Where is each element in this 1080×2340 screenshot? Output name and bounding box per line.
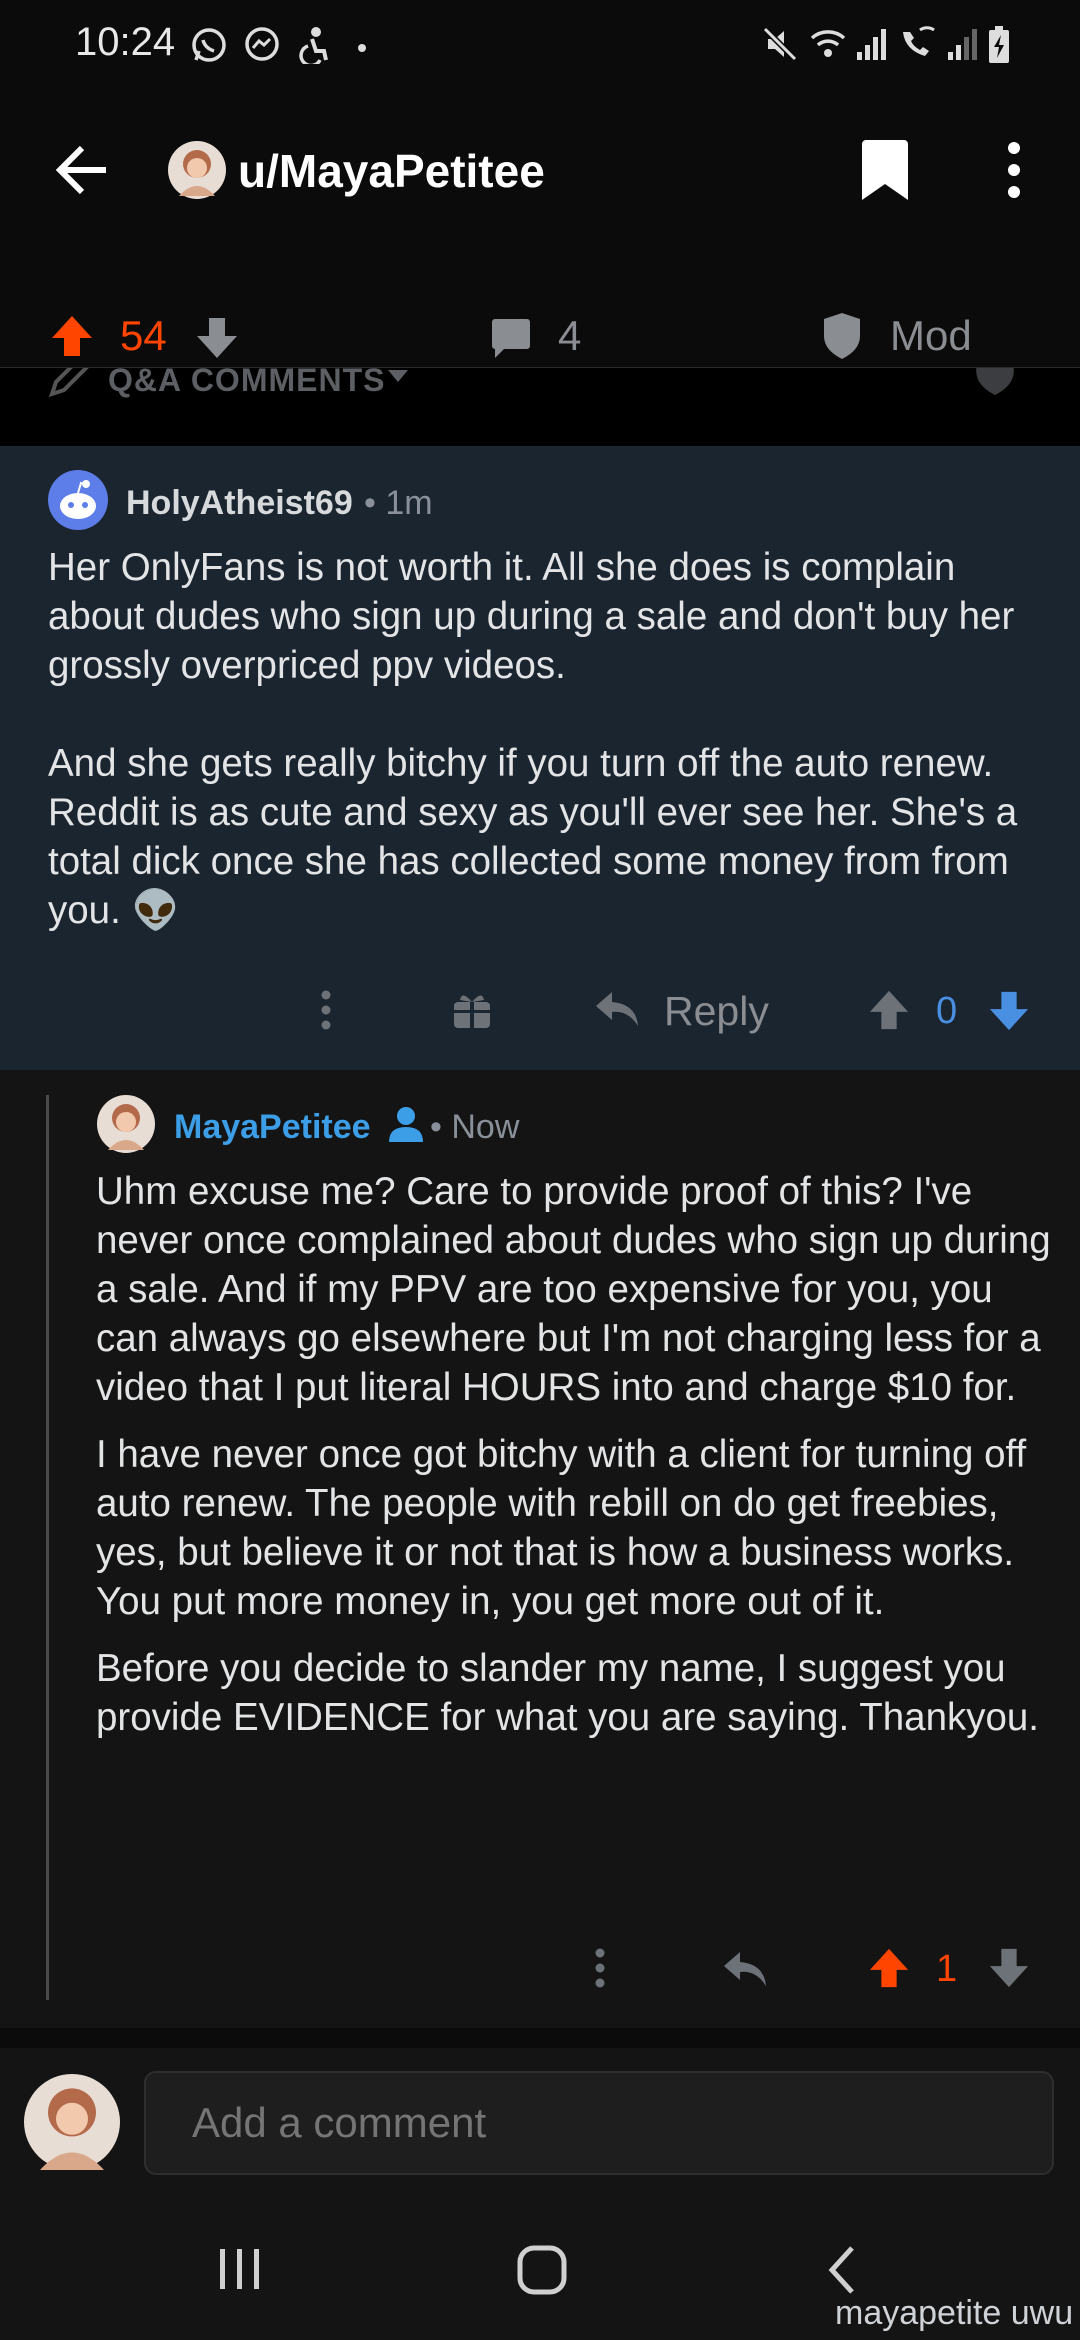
page-title: u/MayaPetitee: [238, 145, 545, 197]
wifi-icon: [808, 26, 848, 67]
wifi-calling-icon: [898, 26, 938, 67]
reply-button[interactable]: Reply: [664, 988, 769, 1035]
upvote-icon[interactable]: [868, 989, 910, 1036]
comment-body: Uhm excuse me? Care to provide proof of …: [96, 1167, 1056, 1742]
accessibility-icon: [296, 26, 332, 69]
comment-count: 4: [558, 312, 582, 359]
messenger-icon: [243, 26, 281, 69]
back-icon[interactable]: [826, 2244, 858, 2301]
comment-paragraph: Before you decide to slander my name, I …: [96, 1647, 1040, 1739]
comment-age-value: 1m: [385, 484, 433, 522]
more-vertical-icon[interactable]: [1004, 142, 1024, 203]
more-vertical-icon[interactable]: [320, 990, 332, 1035]
home-icon[interactable]: [516, 2244, 568, 2301]
downvote-icon[interactable]: [988, 1947, 1030, 1994]
shield-icon[interactable]: [970, 368, 1020, 401]
back-arrow-icon[interactable]: [52, 142, 112, 203]
pencil-icon: [46, 368, 92, 405]
award-gift-icon[interactable]: [452, 990, 492, 1035]
op-person-icon: [386, 1104, 426, 1149]
bookmark-icon[interactable]: [860, 140, 910, 207]
recent-apps-icon[interactable]: [216, 2247, 264, 2296]
mod-label[interactable]: Mod: [890, 312, 972, 360]
status-time: 10:24: [75, 20, 176, 64]
snoo-avatar-icon[interactable]: [48, 470, 108, 535]
reply-arrow-icon[interactable]: [722, 1950, 768, 1993]
avatar[interactable]: [96, 1094, 156, 1159]
post-score: 54: [120, 312, 167, 359]
shield-icon[interactable]: [822, 312, 862, 365]
comment-author[interactable]: MayaPetitee: [174, 1108, 371, 1147]
upvote-icon[interactable]: [50, 314, 94, 363]
avatar[interactable]: [24, 2074, 120, 2175]
signal-icon: [855, 26, 889, 67]
more-vertical-icon[interactable]: [594, 1948, 606, 1993]
comment-paragraph: Uhm excuse me? Care to provide proof of …: [96, 1170, 1051, 1409]
mute-icon: [762, 26, 798, 67]
comment-score: 1: [936, 1948, 958, 1990]
battery-charging-icon: [988, 26, 1010, 69]
chevron-down-icon[interactable]: [386, 368, 410, 389]
comment-paragraph: Her OnlyFans is not worth it. All she do…: [48, 546, 1015, 687]
comment-score: 0: [936, 990, 958, 1032]
downvote-icon[interactable]: [195, 316, 239, 365]
whatsapp-icon: [190, 26, 228, 69]
thread-line[interactable]: [46, 1095, 49, 2000]
comment-body: Her OnlyFans is not worth it. All she do…: [48, 543, 1048, 935]
downvote-icon[interactable]: [988, 990, 1030, 1037]
dot-icon: [357, 40, 367, 58]
comment-input[interactable]: [144, 2071, 1054, 2175]
avatar[interactable]: [167, 140, 227, 205]
comment-age: • Now: [430, 1108, 520, 1146]
comment-icon[interactable]: [490, 318, 532, 365]
upvote-icon[interactable]: [868, 1947, 910, 1994]
sort-label[interactable]: Q&A COMMENTS: [108, 368, 385, 399]
comment-paragraph: And she gets really bitchy if you turn o…: [48, 742, 1018, 932]
qa-comments-bar: Q&A COMMENTS: [0, 368, 1080, 446]
comment-age-value: Now: [451, 1108, 520, 1146]
signal-icon: [946, 26, 980, 67]
watermark: mayapetite uwu: [835, 2294, 1074, 2332]
reply-arrow-icon[interactable]: [594, 990, 640, 1033]
comment-author[interactable]: HolyAtheist69: [126, 484, 353, 523]
comment-age: • 1m: [364, 484, 433, 522]
comment-paragraph: I have never once got bitchy with a clie…: [96, 1433, 1027, 1623]
